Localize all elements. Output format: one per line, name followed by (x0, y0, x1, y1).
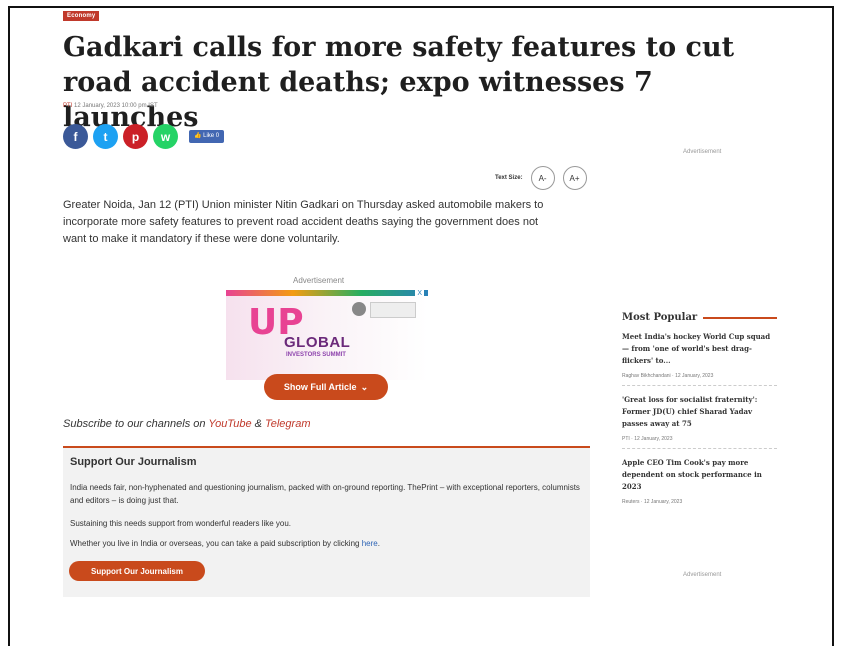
chevron-down-icon: ⌄ (360, 381, 369, 392)
ad-partner-logo (370, 302, 416, 318)
show-full-article-button[interactable]: Show Full Article ⌄ (264, 374, 388, 400)
sidebar-advertisement-2[interactable] (622, 582, 776, 621)
youtube-link[interactable]: YouTube (208, 418, 251, 430)
most-popular-section: Most Popular Meet India's hockey World C… (622, 312, 777, 511)
article-paragraph: Greater Noida, Jan 12 (PTI) Union minist… (63, 199, 544, 245)
twitter-share-icon[interactable]: t (93, 124, 118, 149)
byline: PTI 12 January, 2023 10:00 pm IST (63, 103, 158, 109)
ad-color-bar (226, 290, 428, 296)
pinterest-share-icon[interactable]: p (123, 124, 148, 149)
subscribe-prefix: Subscribe to our channels on (63, 418, 209, 430)
article-headline: Gadkari calls for more safety features t… (63, 32, 735, 133)
byline-date: 12 January, 2023 10:00 pm IST (74, 103, 158, 109)
sidebar-ad-label-2: Advertisement (683, 572, 722, 578)
ad-emblem-icon (352, 302, 366, 316)
advertisement-label: Advertisement (293, 276, 345, 285)
most-popular-item[interactable]: Meet India's hockey World Cup squad — fr… (622, 323, 777, 386)
advertisement-banner[interactable]: X UP GLOBAL INVESTORS SUMMIT (226, 290, 428, 380)
support-title: Support Our Journalism (70, 456, 197, 468)
sidebar-ad-label: Advertisement (683, 149, 722, 155)
whatsapp-share-icon[interactable]: w (153, 124, 178, 149)
support-p3-prefix: Whether you live in India or overseas, y… (70, 539, 362, 548)
most-popular-item-meta: Raghav Bikhchandani · 12 January, 2023 (622, 373, 714, 379)
text-size-controls: Text Size: A- A+ (495, 166, 587, 190)
text-size-decrease-button[interactable]: A- (530, 166, 555, 190)
sidebar-advertisement[interactable] (622, 160, 776, 290)
category-tag[interactable]: Economy (63, 11, 100, 21)
most-popular-item-title[interactable]: Meet India's hockey World Cup squad — fr… (622, 331, 777, 367)
ad-close-icon[interactable]: X (415, 290, 424, 297)
support-paragraph-2: Sustaining this needs support from wonde… (70, 519, 292, 528)
most-popular-title: Most Popular (622, 312, 777, 323)
most-popular-item-meta: Reuters · 12 January, 2023 (622, 499, 683, 505)
share-row: f t p w 👍 Like 0 (63, 124, 225, 149)
support-paragraph-1: India needs fair, non-hyphenated and que… (70, 483, 580, 505)
most-popular-item-meta: PTI · 12 January, 2023 (622, 436, 673, 442)
support-paragraph-3: Whether you live in India or overseas, y… (70, 539, 380, 548)
most-popular-item-title[interactable]: Apple CEO Tim Cook's pay more dependent … (622, 457, 777, 493)
text-size-label: Text Size: (495, 175, 523, 181)
byline-source[interactable]: PTI (63, 103, 72, 109)
telegram-link[interactable]: Telegram (265, 418, 310, 430)
support-our-journalism-button[interactable]: Support Our Journalism (69, 561, 205, 581)
ad-banner-global: GLOBAL (284, 334, 351, 351)
facebook-like-button[interactable]: 👍 Like 0 (189, 130, 225, 143)
text-size-increase-button[interactable]: A+ (562, 166, 587, 190)
facebook-share-icon[interactable]: f (63, 124, 88, 149)
subscribe-line: Subscribe to our channels on YouTube & T… (63, 418, 310, 430)
support-journalism-box: Support Our Journalism India needs fair,… (63, 446, 590, 597)
most-popular-heading: Most Popular (622, 312, 698, 323)
most-popular-item[interactable]: 'Great loss for socialist fraternity': F… (622, 386, 777, 449)
most-popular-divider (703, 316, 777, 319)
subscription-here-link[interactable]: here (362, 539, 378, 548)
subscribe-amp: & (251, 418, 266, 430)
ad-banner-subtitle: INVESTORS SUMMIT (286, 352, 346, 358)
show-full-article-label: Show Full Article (283, 382, 357, 392)
most-popular-item-title[interactable]: 'Great loss for socialist fraternity': F… (622, 394, 777, 430)
support-p3-suffix: . (377, 539, 380, 548)
most-popular-item[interactable]: Apple CEO Tim Cook's pay more dependent … (622, 449, 777, 511)
